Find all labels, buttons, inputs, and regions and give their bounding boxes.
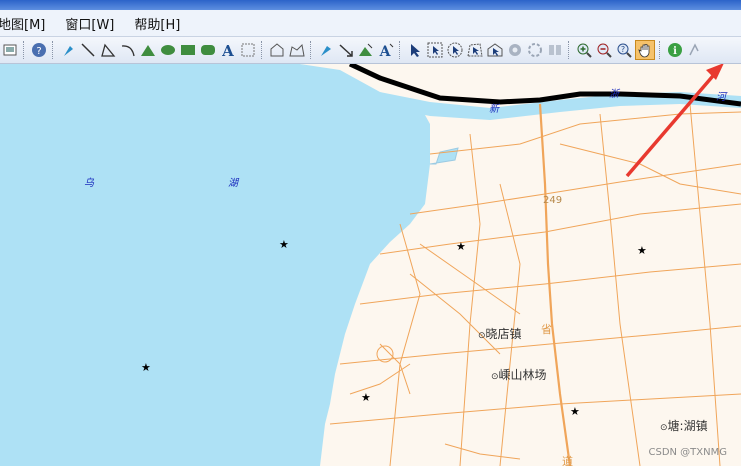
svg-text:A: A xyxy=(379,44,392,58)
edit-pin-icon[interactable] xyxy=(317,41,335,59)
river-label-2: 浙 xyxy=(609,89,619,100)
toggle-icon[interactable] xyxy=(526,41,544,59)
watermark: CSDN @TXNMG xyxy=(648,447,727,458)
menu-map[interactable]: 地图[M] xyxy=(0,14,55,33)
help-icon[interactable]: ? xyxy=(30,41,48,59)
pointer-icon[interactable] xyxy=(406,41,424,59)
location-star: ★ xyxy=(637,244,647,257)
location-star: ★ xyxy=(570,405,580,418)
town-marker-icon: ⊙ xyxy=(491,372,499,382)
road-number-249: 249 xyxy=(543,195,563,206)
toolbar-separator xyxy=(261,41,264,59)
town-marker-icon: ⊙ xyxy=(660,423,668,433)
svg-text:A: A xyxy=(221,42,234,58)
toolbar-separator xyxy=(23,41,26,59)
map-icon[interactable] xyxy=(1,41,19,59)
lake-label-wu: 乌 xyxy=(84,178,94,189)
zoom-out-icon[interactable] xyxy=(595,41,613,59)
toolbar-separator xyxy=(52,41,55,59)
map-canvas[interactable]: 乌 湖 新 浙 河 249 ★ ★ ★ ★ ★ ★ ⊙晓店镇 ⊙嵊山林场 ⊙塘:… xyxy=(0,64,741,466)
svg-text:i: i xyxy=(673,46,677,57)
info-icon[interactable]: i xyxy=(666,41,684,59)
region-icon[interactable] xyxy=(288,41,306,59)
location-star: ★ xyxy=(456,240,466,253)
frame-icon[interactable] xyxy=(239,41,257,59)
zoom-in-icon[interactable] xyxy=(575,41,593,59)
toolbar: ? A A ? i xyxy=(0,37,741,64)
line-icon[interactable] xyxy=(79,41,97,59)
hand-pan-icon[interactable] xyxy=(635,40,655,60)
location-star: ★ xyxy=(361,391,371,404)
annotation-arrowhead xyxy=(706,64,724,80)
search-zoom-icon[interactable]: ? xyxy=(615,41,633,59)
title-bar xyxy=(0,0,741,10)
select-radius-icon[interactable] xyxy=(446,41,464,59)
river-label-3: 河 xyxy=(716,92,726,103)
location-star: ★ xyxy=(141,361,151,374)
menu-help[interactable]: 帮助[H] xyxy=(124,14,190,33)
menu-bar: 地图[M] 窗口[W] 帮助[H] xyxy=(0,10,741,37)
map-drawing xyxy=(0,64,741,466)
toolbar-separator xyxy=(568,41,571,59)
select-box-icon[interactable] xyxy=(426,41,444,59)
location-star: ★ xyxy=(279,238,289,251)
rectangle-icon[interactable] xyxy=(179,41,197,59)
rounded-rect-icon[interactable] xyxy=(199,41,217,59)
toolbar-separator xyxy=(659,41,662,59)
toolbar-separator xyxy=(310,41,313,59)
road-char-sheng: 省 xyxy=(541,323,552,336)
select-region-icon[interactable] xyxy=(486,41,504,59)
river-label-1: 新 xyxy=(489,104,499,115)
lake-area xyxy=(0,64,430,466)
town-label-xiaodian: ⊙晓店镇 xyxy=(478,327,522,341)
annotation-arrow xyxy=(625,68,720,178)
snap-icon[interactable] xyxy=(546,41,564,59)
polygon-icon[interactable] xyxy=(268,41,286,59)
harbor-inlet xyxy=(429,147,459,165)
mountain-icon[interactable] xyxy=(139,41,157,59)
town-label-shanlin: ⊙嵊山林场 xyxy=(491,368,547,382)
gear-icon[interactable] xyxy=(506,41,524,59)
menu-window[interactable]: 窗口[W] xyxy=(55,14,124,33)
arc-icon[interactable] xyxy=(119,41,137,59)
toolbar-separator xyxy=(399,41,402,59)
svg-text:?: ? xyxy=(621,45,625,54)
edit-mountain-icon[interactable] xyxy=(357,41,375,59)
select-polygon-icon[interactable] xyxy=(466,41,484,59)
edit-text-icon[interactable]: A xyxy=(377,41,395,59)
town-marker-icon: ⊙ xyxy=(478,331,486,341)
layers-icon[interactable] xyxy=(686,41,704,59)
town-label-tanghu: ⊙塘:湖镇 xyxy=(660,419,708,433)
lake-label-hu: 湖 xyxy=(228,178,238,189)
polyline-icon[interactable] xyxy=(99,41,117,59)
ellipse-icon[interactable] xyxy=(159,41,177,59)
edit-line-icon[interactable] xyxy=(337,41,355,59)
svg-text:?: ? xyxy=(36,46,41,57)
pin-icon[interactable] xyxy=(59,41,77,59)
text-icon[interactable]: A xyxy=(219,41,237,59)
road-char-dao: 道 xyxy=(562,455,573,466)
